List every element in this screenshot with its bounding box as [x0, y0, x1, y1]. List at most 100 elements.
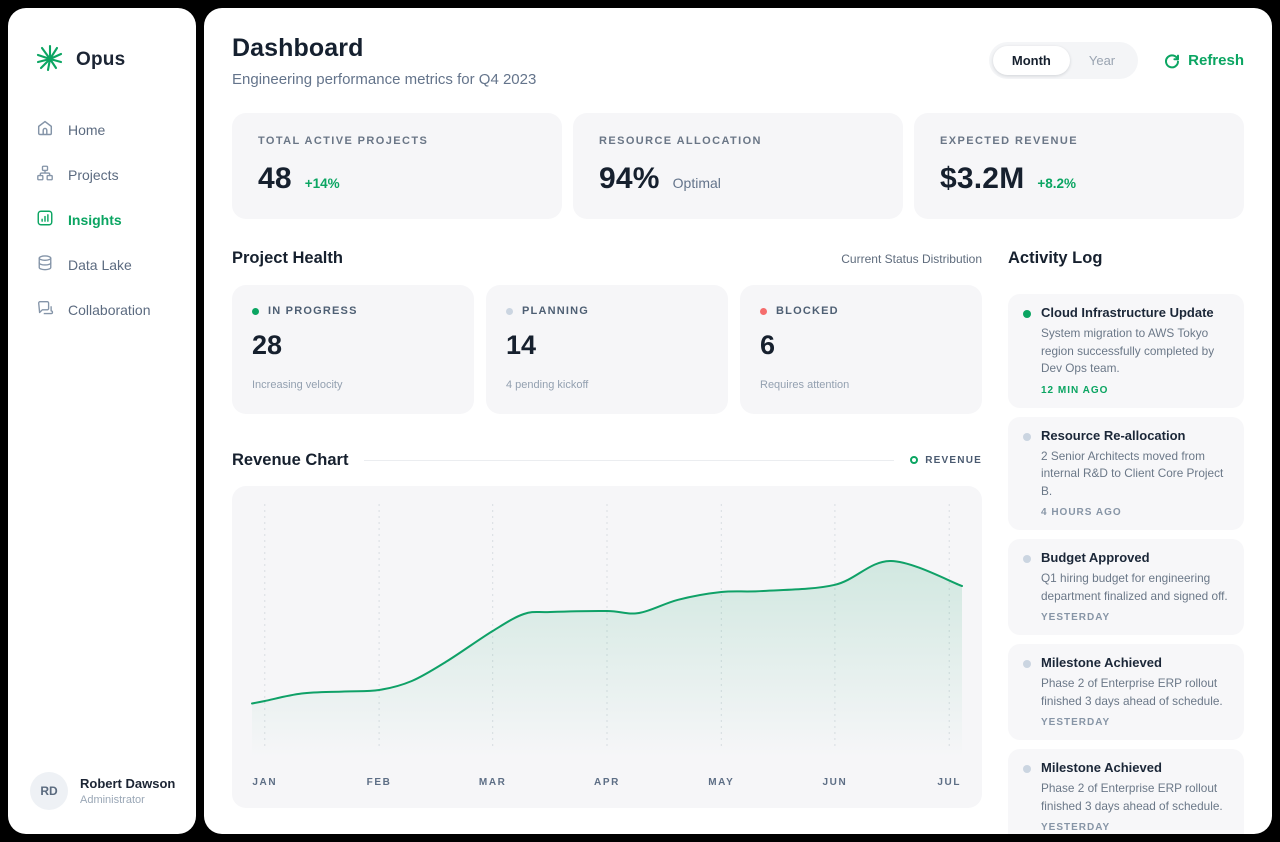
legend-label: REVENUE: [925, 455, 982, 466]
health-value: 28: [252, 330, 454, 360]
app-window: Opus Home: [0, 0, 1280, 842]
stat-delta-badge: +14%: [305, 176, 340, 191]
health-value: 14: [506, 330, 708, 360]
revenue-legend: REVENUE: [910, 455, 982, 466]
sidebar-item-label: Insights: [68, 212, 122, 228]
activity-desc: 2 Senior Architects moved from internal …: [1041, 448, 1229, 501]
health-card-blocked: BLOCKED 6 Requires attention: [740, 285, 982, 414]
status-label: IN PROGRESS: [268, 305, 358, 317]
chart-month-label: APR: [594, 777, 620, 788]
activity-item: Milestone Achieved Phase 2 of Enterprise…: [1008, 749, 1244, 834]
page-subtitle: Engineering performance metrics for Q4 2…: [232, 71, 536, 88]
sidebar-item-data-lake[interactable]: Data Lake: [8, 242, 196, 287]
chart-month-label: MAR: [479, 777, 507, 788]
health-card-in-progress: IN PROGRESS 28 Increasing velocity: [232, 285, 474, 414]
stat-value: 48: [258, 163, 292, 195]
activity-log-title: Activity Log: [1008, 249, 1244, 268]
avatar: RD: [30, 772, 68, 810]
user-profile[interactable]: RD Robert Dawson Administrator: [8, 760, 196, 816]
stat-value: $3.2M: [940, 163, 1024, 195]
activity-item: Budget Approved Q1 hiring budget for eng…: [1008, 539, 1244, 635]
revenue-chart-svg: [232, 486, 982, 808]
status-label: BLOCKED: [776, 305, 839, 317]
sidebar-nav: Home Projects: [8, 107, 196, 332]
health-cards-row: IN PROGRESS 28 Increasing velocity PLANN…: [232, 285, 982, 414]
chart-month-label: JUL: [937, 777, 961, 788]
activity-desc: Q1 hiring budget for engineering departm…: [1041, 570, 1229, 605]
refresh-button[interactable]: Refresh: [1164, 52, 1244, 69]
activity-list: Cloud Infrastructure Update System migra…: [1008, 294, 1244, 834]
health-note: Requires attention: [760, 379, 962, 391]
projects-icon: [36, 164, 54, 185]
health-note: Increasing velocity: [252, 379, 454, 391]
activity-log: Activity Log Cloud Infrastructure Update…: [1008, 249, 1244, 834]
sidebar: Opus Home: [8, 8, 196, 834]
opus-logo-icon: [34, 42, 64, 77]
brand: Opus: [8, 42, 196, 77]
activity-dot-gray: [1023, 765, 1031, 773]
activity-title: Cloud Infrastructure Update: [1041, 305, 1229, 321]
activity-desc: Phase 2 of Enterprise ERP rollout finish…: [1041, 675, 1229, 710]
activity-title: Milestone Achieved: [1041, 760, 1229, 776]
revenue-chart: JANFEBMARAPRMAYJUNJUL: [232, 486, 982, 808]
stat-label: RESOURCE ALLOCATION: [599, 135, 877, 147]
chat-icon: [36, 299, 54, 320]
sidebar-item-label: Projects: [68, 167, 119, 183]
stats-row: TOTAL ACTIVE PROJECTS 48 +14% RESOURCE A…: [232, 113, 1244, 219]
activity-time: 12 MIN AGO: [1041, 385, 1229, 396]
project-health-title: Project Health: [232, 249, 343, 268]
sidebar-item-label: Data Lake: [68, 257, 132, 273]
stat-card-resource-allocation: RESOURCE ALLOCATION 94% Optimal: [573, 113, 903, 219]
activity-dot-gray: [1023, 433, 1031, 441]
stat-value: 94%: [599, 163, 660, 195]
main-panel: Dashboard Engineering performance metric…: [204, 8, 1272, 834]
activity-desc: Phase 2 of Enterprise ERP rollout finish…: [1041, 780, 1229, 815]
sidebar-item-label: Home: [68, 122, 105, 138]
activity-item: Cloud Infrastructure Update System migra…: [1008, 294, 1244, 408]
sidebar-item-insights[interactable]: Insights: [8, 197, 196, 242]
activity-dot-green: [1023, 310, 1031, 318]
insights-icon: [36, 209, 54, 230]
legend-dot-icon: [910, 456, 918, 464]
toggle-year-button[interactable]: Year: [1070, 46, 1134, 75]
activity-time: YESTERDAY: [1041, 612, 1229, 623]
page-header: Dashboard Engineering performance metric…: [232, 34, 1244, 88]
stat-label: EXPECTED REVENUE: [940, 135, 1218, 147]
stat-delta-badge: +8.2%: [1037, 176, 1076, 191]
toggle-month-button[interactable]: Month: [993, 46, 1070, 75]
activity-title: Budget Approved: [1041, 550, 1229, 566]
activity-time: 4 HOURS AGO: [1041, 507, 1229, 518]
activity-item: Milestone Achieved Phase 2 of Enterprise…: [1008, 644, 1244, 740]
chart-month-label: FEB: [367, 777, 392, 788]
period-toggle: Month Year: [989, 42, 1138, 79]
database-icon: [36, 254, 54, 275]
stat-label: TOTAL ACTIVE PROJECTS: [258, 135, 536, 147]
stat-card-expected-revenue: EXPECTED REVENUE $3.2M +8.2%: [914, 113, 1244, 219]
refresh-label: Refresh: [1188, 52, 1244, 69]
activity-title: Milestone Achieved: [1041, 655, 1229, 671]
divider: [364, 460, 894, 461]
brand-name: Opus: [76, 49, 125, 71]
sidebar-item-home[interactable]: Home: [8, 107, 196, 152]
refresh-icon: [1164, 53, 1180, 69]
activity-dot-gray: [1023, 555, 1031, 563]
activity-desc: System migration to AWS Tokyo region suc…: [1041, 325, 1229, 378]
activity-item: Resource Re-allocation 2 Senior Architec…: [1008, 417, 1244, 531]
activity-dot-gray: [1023, 660, 1031, 668]
health-note: 4 pending kickoff: [506, 379, 708, 391]
sidebar-item-collaboration[interactable]: Collaboration: [8, 287, 196, 332]
sidebar-item-projects[interactable]: Projects: [8, 152, 196, 197]
sidebar-item-label: Collaboration: [68, 302, 151, 318]
status-dot-gray: [506, 308, 513, 315]
revenue-chart-title: Revenue Chart: [232, 451, 348, 470]
user-role: Administrator: [80, 794, 175, 806]
status-dot-red: [760, 308, 767, 315]
activity-time: YESTERDAY: [1041, 822, 1229, 833]
health-card-planning: PLANNING 14 4 pending kickoff: [486, 285, 728, 414]
revenue-area: [252, 561, 962, 758]
stat-status-badge: Optimal: [673, 175, 721, 191]
stat-card-total-active-projects: TOTAL ACTIVE PROJECTS 48 +14%: [232, 113, 562, 219]
chart-month-label: MAY: [708, 777, 734, 788]
activity-title: Resource Re-allocation: [1041, 428, 1229, 444]
user-name: Robert Dawson: [80, 776, 175, 791]
